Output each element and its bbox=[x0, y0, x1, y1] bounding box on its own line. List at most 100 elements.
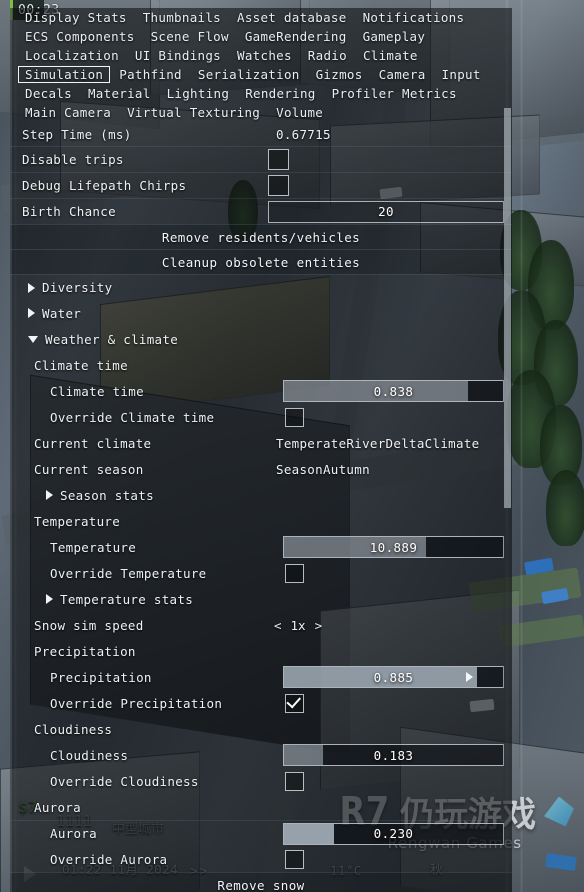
row-birth-chance[interactable]: Birth Chance 20 bbox=[10, 198, 512, 224]
tab-ecs-components[interactable]: ECS Components bbox=[18, 28, 142, 46]
tab-notifications[interactable]: Notifications bbox=[356, 9, 472, 27]
tab-localization[interactable]: Localization bbox=[18, 47, 126, 65]
foldout-weather-climate[interactable]: Weather & climate bbox=[10, 326, 512, 352]
row-aurora[interactable]: Aurora 0.230 bbox=[10, 820, 512, 846]
tab-decals[interactable]: Decals bbox=[18, 85, 79, 103]
precipitation-slider[interactable]: 0.885 bbox=[283, 666, 504, 688]
tab-gameplay[interactable]: Gameplay bbox=[356, 28, 433, 46]
override-aurora-label: Override Aurora bbox=[50, 851, 168, 867]
tab-climate[interactable]: Climate bbox=[356, 47, 425, 65]
foldout-weather-climate-label: Weather & climate bbox=[45, 331, 179, 347]
tree bbox=[546, 470, 584, 546]
tab-row-4[interactable]: Simulation Pathfind Serialization Gizmos… bbox=[10, 65, 512, 84]
chevron-down-icon bbox=[28, 336, 38, 343]
foldout-water[interactable]: Water bbox=[10, 300, 512, 326]
override-precipitation-checkbox[interactable] bbox=[285, 693, 304, 713]
row-precipitation[interactable]: Precipitation 0.885 bbox=[10, 664, 512, 690]
button-cleanup-obsolete-entities[interactable]: Cleanup obsolete entities bbox=[10, 249, 512, 274]
tab-row-3[interactable]: Localization UI Bindings Watches Radio C… bbox=[10, 46, 512, 65]
temperature-slider[interactable]: 10.889 bbox=[283, 536, 504, 558]
foldout-temperature-stats[interactable]: Temperature stats bbox=[10, 586, 512, 612]
tab-volume[interactable]: Volume bbox=[269, 104, 330, 122]
override-temperature-checkbox[interactable] bbox=[285, 563, 304, 583]
temperature-stats-label: Temperature stats bbox=[60, 591, 194, 607]
group-precipitation: Precipitation bbox=[10, 638, 512, 664]
tab-lighting[interactable]: Lighting bbox=[160, 85, 237, 103]
tab-scene-flow[interactable]: Scene Flow bbox=[144, 28, 236, 46]
row-override-temperature[interactable]: Override Temperature bbox=[10, 560, 512, 586]
precipitation-slider-handle[interactable] bbox=[465, 672, 473, 682]
row-override-climate-time[interactable]: Override Climate time bbox=[10, 404, 512, 430]
snow-sim-speed-value: 1x bbox=[290, 617, 306, 633]
row-override-cloudiness[interactable]: Override Cloudiness bbox=[10, 768, 512, 794]
tab-display-stats[interactable]: Display Stats bbox=[18, 9, 134, 27]
tab-profiler-metrics[interactable]: Profiler Metrics bbox=[325, 85, 464, 103]
row-override-aurora[interactable]: Override Aurora bbox=[10, 846, 512, 872]
aurora-label: Aurora bbox=[50, 826, 97, 841]
tab-radio[interactable]: Radio bbox=[301, 47, 354, 65]
group-aurora: Aurora bbox=[10, 794, 512, 820]
debug-lifepath-chirps-label: Debug Lifepath Chirps bbox=[22, 178, 187, 193]
row-climate-time[interactable]: Climate time 0.838 bbox=[10, 378, 512, 404]
tab-pathfind[interactable]: Pathfind bbox=[112, 66, 189, 84]
tab-serialization[interactable]: Serialization bbox=[191, 66, 307, 84]
aurora-slider[interactable]: 0.230 bbox=[283, 822, 504, 845]
tab-row-5[interactable]: Decals Material Lighting Rendering Profi… bbox=[10, 84, 512, 103]
tab-main-camera[interactable]: Main Camera bbox=[18, 104, 118, 122]
override-temperature-label: Override Temperature bbox=[50, 565, 207, 581]
panel-scrollbar[interactable] bbox=[503, 108, 512, 892]
foldout-diversity-label: Diversity bbox=[42, 280, 113, 295]
tab-watches[interactable]: Watches bbox=[230, 47, 299, 65]
tab-gizmos[interactable]: Gizmos bbox=[309, 66, 370, 84]
tab-rendering[interactable]: Rendering bbox=[238, 85, 322, 103]
tab-input[interactable]: Input bbox=[435, 66, 488, 84]
birth-chance-field[interactable]: 20 bbox=[268, 200, 504, 223]
override-cloudiness-checkbox[interactable] bbox=[285, 771, 304, 791]
disable-trips-checkbox[interactable] bbox=[268, 149, 289, 170]
group-cloudiness: Cloudiness bbox=[10, 716, 512, 742]
foldout-season-stats[interactable]: Season stats bbox=[10, 482, 512, 508]
group-climate-time: Climate time bbox=[10, 352, 512, 378]
temperature-label: Temperature bbox=[50, 539, 137, 555]
cloudiness-slider[interactable]: 0.183 bbox=[283, 744, 504, 766]
light-streak bbox=[520, 0, 523, 892]
step-time-label: Step Time (ms) bbox=[22, 126, 132, 142]
button-remove-residents-vehicles[interactable]: Remove residents/vehicles bbox=[10, 224, 512, 249]
row-disable-trips[interactable]: Disable trips bbox=[10, 146, 512, 172]
row-debug-lifepath-chirps[interactable]: Debug Lifepath Chirps bbox=[10, 172, 512, 198]
climate-time-value: 0.838 bbox=[373, 383, 414, 399]
tab-row-1[interactable]: Display Stats Thumbnails Asset database … bbox=[10, 8, 512, 27]
row-snow-sim-speed[interactable]: Snow sim speed < 1x > bbox=[10, 612, 512, 638]
panel-scrollbar-thumb[interactable] bbox=[504, 108, 511, 508]
snow-sim-speed-label: Snow sim speed bbox=[34, 617, 144, 633]
tab-virtual-texturing[interactable]: Virtual Texturing bbox=[120, 104, 267, 122]
tab-ui-bindings[interactable]: UI Bindings bbox=[128, 47, 228, 65]
tab-row-6[interactable]: Main Camera Virtual Texturing Volume bbox=[10, 103, 512, 122]
tab-camera[interactable]: Camera bbox=[372, 66, 433, 84]
debug-panel[interactable]: Display Stats Thumbnails Asset database … bbox=[10, 8, 512, 892]
snow-sim-speed-stepper[interactable]: < 1x > bbox=[274, 618, 322, 633]
row-current-season: Current season SeasonAutumn bbox=[10, 456, 512, 482]
override-climate-time-checkbox[interactable] bbox=[285, 407, 304, 427]
tab-material[interactable]: Material bbox=[81, 85, 158, 103]
foldout-diversity[interactable]: Diversity bbox=[10, 274, 512, 300]
tab-thumbnails[interactable]: Thumbnails bbox=[136, 9, 228, 27]
row-current-climate: Current climate TemperateRiverDeltaClima… bbox=[10, 430, 512, 456]
tab-simulation[interactable]: Simulation bbox=[18, 66, 111, 83]
group-precipitation-label: Precipitation bbox=[34, 643, 136, 659]
row-cloudiness[interactable]: Cloudiness 0.183 bbox=[10, 742, 512, 768]
button-remove-snow[interactable]: Remove snow bbox=[10, 872, 512, 892]
stepper-prev-icon[interactable]: < bbox=[274, 618, 282, 633]
row-override-precipitation[interactable]: Override Precipitation bbox=[10, 690, 512, 716]
row-temperature[interactable]: Temperature 10.889 bbox=[10, 534, 512, 560]
tab-gamerendering[interactable]: GameRendering bbox=[238, 28, 354, 46]
cloudiness-label: Cloudiness bbox=[50, 747, 129, 763]
climate-time-slider[interactable]: 0.838 bbox=[283, 380, 504, 402]
override-aurora-checkbox[interactable] bbox=[285, 849, 304, 869]
stepper-next-icon[interactable]: > bbox=[315, 618, 323, 633]
tab-asset-database[interactable]: Asset database bbox=[230, 9, 354, 27]
group-temperature: Temperature bbox=[10, 508, 512, 534]
debug-lifepath-chirps-checkbox[interactable] bbox=[268, 175, 289, 196]
tab-row-2[interactable]: ECS Components Scene Flow GameRendering … bbox=[10, 27, 512, 46]
aurora-slider-fill bbox=[284, 823, 335, 844]
